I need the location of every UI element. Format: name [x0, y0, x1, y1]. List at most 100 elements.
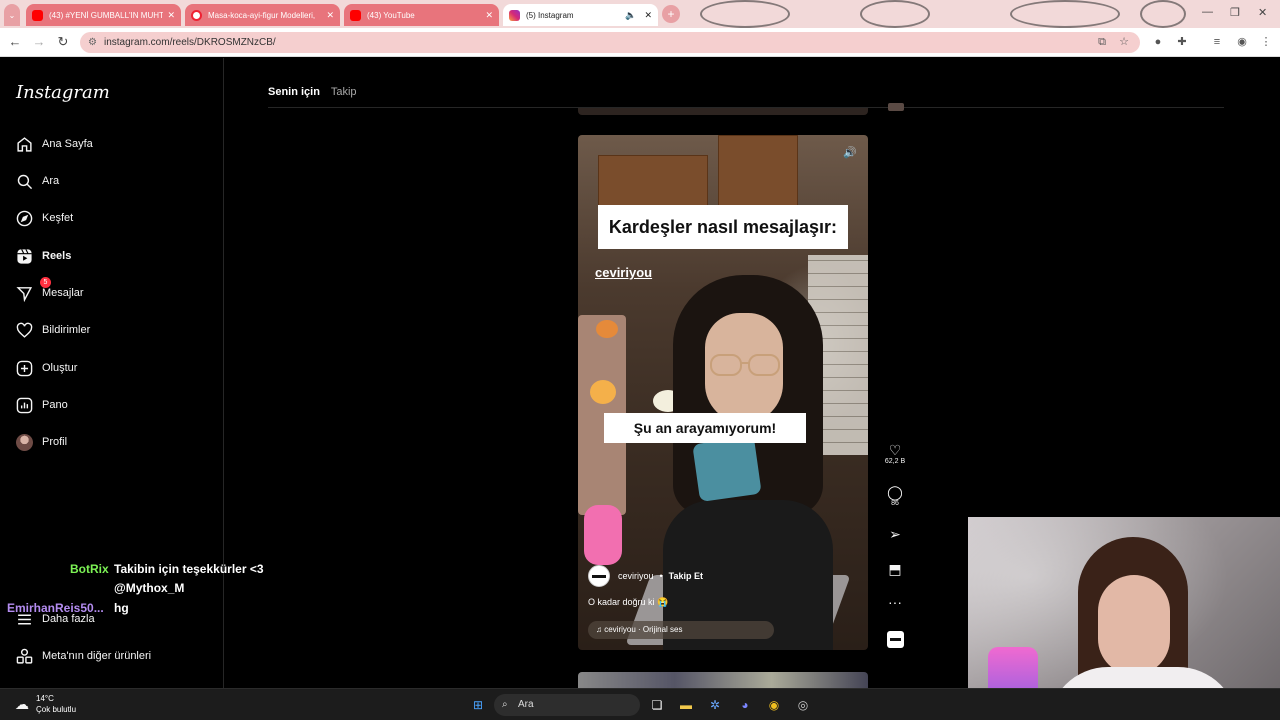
volume-icon[interactable]: 🔊	[842, 145, 858, 161]
reel-caption-middle: Şu an arayamıyorum!	[604, 413, 806, 443]
speaker-icon[interactable]: 🔈	[625, 10, 636, 21]
reload-icon[interactable]: ↻	[55, 34, 71, 50]
weather-widget[interactable]: ☁ 14°C Çok bulutlu	[12, 693, 76, 715]
more-options-button[interactable]: ···	[883, 594, 907, 610]
url-field[interactable]: ⚙ instagram.com/reels/DKROSMZNzCB/	[80, 32, 1140, 53]
home-icon	[14, 134, 34, 154]
close-icon[interactable]: ✕	[167, 10, 175, 21]
file-explorer-icon[interactable]: ▬	[677, 696, 695, 714]
tab-masa-koca-ayi[interactable]: Masa-koca-ayi-figur Modelleri, ✕	[185, 4, 340, 26]
extension-icon[interactable]: ●	[1150, 34, 1166, 50]
sidebar-item-dashboard[interactable]: Pano	[14, 393, 68, 417]
follow-button[interactable]: Takip Et	[669, 571, 703, 581]
tab-title: (43) YouTube	[367, 10, 415, 20]
sidebar-item-profile[interactable]: Profil	[14, 430, 67, 454]
search-icon: ⌕	[502, 699, 508, 710]
minimize-icon[interactable]: —	[1202, 6, 1213, 18]
maximize-icon[interactable]: ❐	[1230, 6, 1240, 19]
tab-search-button[interactable]: ⌄	[4, 4, 20, 26]
video-scene-sticker	[584, 505, 622, 565]
sidebar-item-label: Keşfet	[42, 212, 74, 224]
close-icon[interactable]: ✕	[485, 10, 493, 21]
separator-dot: •	[659, 571, 663, 581]
menu-kebab-icon[interactable]: ⋮	[1258, 34, 1274, 50]
media-control-icon[interactable]: ≡	[1209, 34, 1225, 50]
bookmark-star-icon[interactable]: ☆	[1116, 34, 1132, 50]
sidebar-item-reels[interactable]: Reels	[14, 244, 71, 268]
author-username[interactable]: ceviriyou	[618, 571, 654, 581]
tab-title: (43) #YENİ GUMBALL'IN MUHT	[49, 10, 164, 20]
reels-icon	[14, 246, 34, 266]
tab-youtube-gumball[interactable]: (43) #YENİ GUMBALL'IN MUHT ✕	[26, 4, 181, 26]
sidebar-item-label: Reels	[42, 250, 72, 262]
previous-reel-avatar[interactable]	[888, 103, 904, 111]
tab-following[interactable]: Takip	[331, 86, 357, 98]
back-icon[interactable]: ←	[7, 34, 23, 50]
sidebar-item-explore[interactable]: Keşfet	[14, 206, 73, 230]
reel-video[interactable]: Kardeşler nasıl mesajlaşır: ceviriyou Şu…	[578, 135, 868, 650]
sidebar-item-search[interactable]: Ara	[14, 169, 59, 193]
sidebar-item-notifications[interactable]: Bildirimler	[14, 318, 90, 342]
obs-icon[interactable]: ◎	[794, 696, 812, 714]
send-icon: ➢	[889, 526, 901, 542]
forward-icon[interactable]: →	[31, 34, 47, 50]
reel-description[interactable]: O kadar doğru ki 😭	[588, 597, 668, 608]
sidebar-item-meta[interactable]: Meta'nın diğer ürünleri	[14, 644, 151, 668]
sidebar-item-home[interactable]: Ana Sayfa	[14, 132, 93, 156]
next-reel[interactable]	[578, 672, 868, 688]
close-window-icon[interactable]: ✕	[1258, 6, 1267, 19]
video-scene-phone	[692, 435, 762, 503]
profile-icon[interactable]: ◉	[1234, 34, 1250, 50]
youtube-icon	[32, 9, 43, 21]
feed-tabs: Senin için Takip	[268, 86, 1224, 108]
settings-app-icon[interactable]: ✲	[706, 696, 724, 714]
like-button[interactable]: ♡ 62,2 B	[883, 442, 907, 465]
audio-thumbnail[interactable]	[887, 631, 904, 648]
plus-icon: +	[667, 7, 675, 21]
close-icon[interactable]: ✕	[644, 10, 652, 21]
meta-products-icon	[14, 646, 34, 666]
comment-button[interactable]: ◯ 86	[883, 484, 907, 507]
sidebar-item-label: Oluştur	[42, 362, 78, 374]
tab-youtube[interactable]: (43) YouTube ✕	[344, 4, 499, 26]
comment-count: 86	[891, 500, 899, 507]
instagram-logo[interactable]: Instagram	[16, 82, 110, 103]
site-icon	[191, 9, 202, 21]
site-info-icon[interactable]: ⚙	[88, 32, 97, 53]
close-icon[interactable]: ✕	[326, 10, 334, 21]
tab-instagram[interactable]: (5) Instagram 🔈 ✕	[503, 4, 658, 26]
chat-username: EmirhanReis50...	[7, 601, 104, 615]
install-app-icon[interactable]: ⧉	[1094, 34, 1110, 50]
sidebar-item-create[interactable]: Oluştur	[14, 356, 77, 380]
instagram-icon	[509, 9, 520, 21]
share-button[interactable]: ➢	[883, 526, 907, 542]
puzzle-icon[interactable]: ✚	[1174, 34, 1190, 50]
video-scene-sticker	[596, 320, 618, 338]
dashboard-icon	[14, 395, 34, 415]
save-button[interactable]: ⬒	[883, 561, 907, 577]
tab-for-you[interactable]: Senin için	[268, 86, 320, 98]
chat-message: @Mythox_M	[114, 581, 185, 595]
sidebar-item-label: Mesajlar	[42, 287, 84, 299]
chat-message: Takibin için teşekkürler <3	[114, 562, 264, 576]
ellipsis-icon: ···	[888, 594, 902, 610]
reel-author: ceviriyou • Takip Et	[588, 565, 703, 587]
sidebar-item-label: Pano	[42, 399, 68, 411]
task-view-icon[interactable]: ❏	[648, 696, 666, 714]
reel-caption-top: Kardeşler nasıl mesajlaşır:	[598, 205, 848, 249]
reel-audio[interactable]: ♫ ceviriyou · Orijinal ses	[588, 621, 774, 639]
sidebar-item-messages[interactable]: 5 Mesajlar	[14, 277, 84, 305]
like-count: 62,2 B	[884, 458, 906, 465]
bookmark-icon: ⬒	[888, 561, 902, 577]
taskbar-search[interactable]: ⌕ Ara	[494, 694, 640, 716]
chrome-icon[interactable]: ◉	[765, 696, 783, 714]
author-avatar[interactable]	[588, 565, 610, 587]
new-tab-button[interactable]: +	[662, 5, 680, 23]
windows-start-icon[interactable]: ⊞	[469, 696, 487, 714]
weather-temp: 14°C	[36, 694, 54, 703]
background-doodle	[860, 0, 930, 28]
previous-reel[interactable]	[578, 108, 868, 115]
video-scene-cabinet	[718, 135, 798, 215]
music-note-icon: ♫	[596, 625, 605, 634]
discord-icon[interactable]: ◕	[736, 696, 754, 714]
